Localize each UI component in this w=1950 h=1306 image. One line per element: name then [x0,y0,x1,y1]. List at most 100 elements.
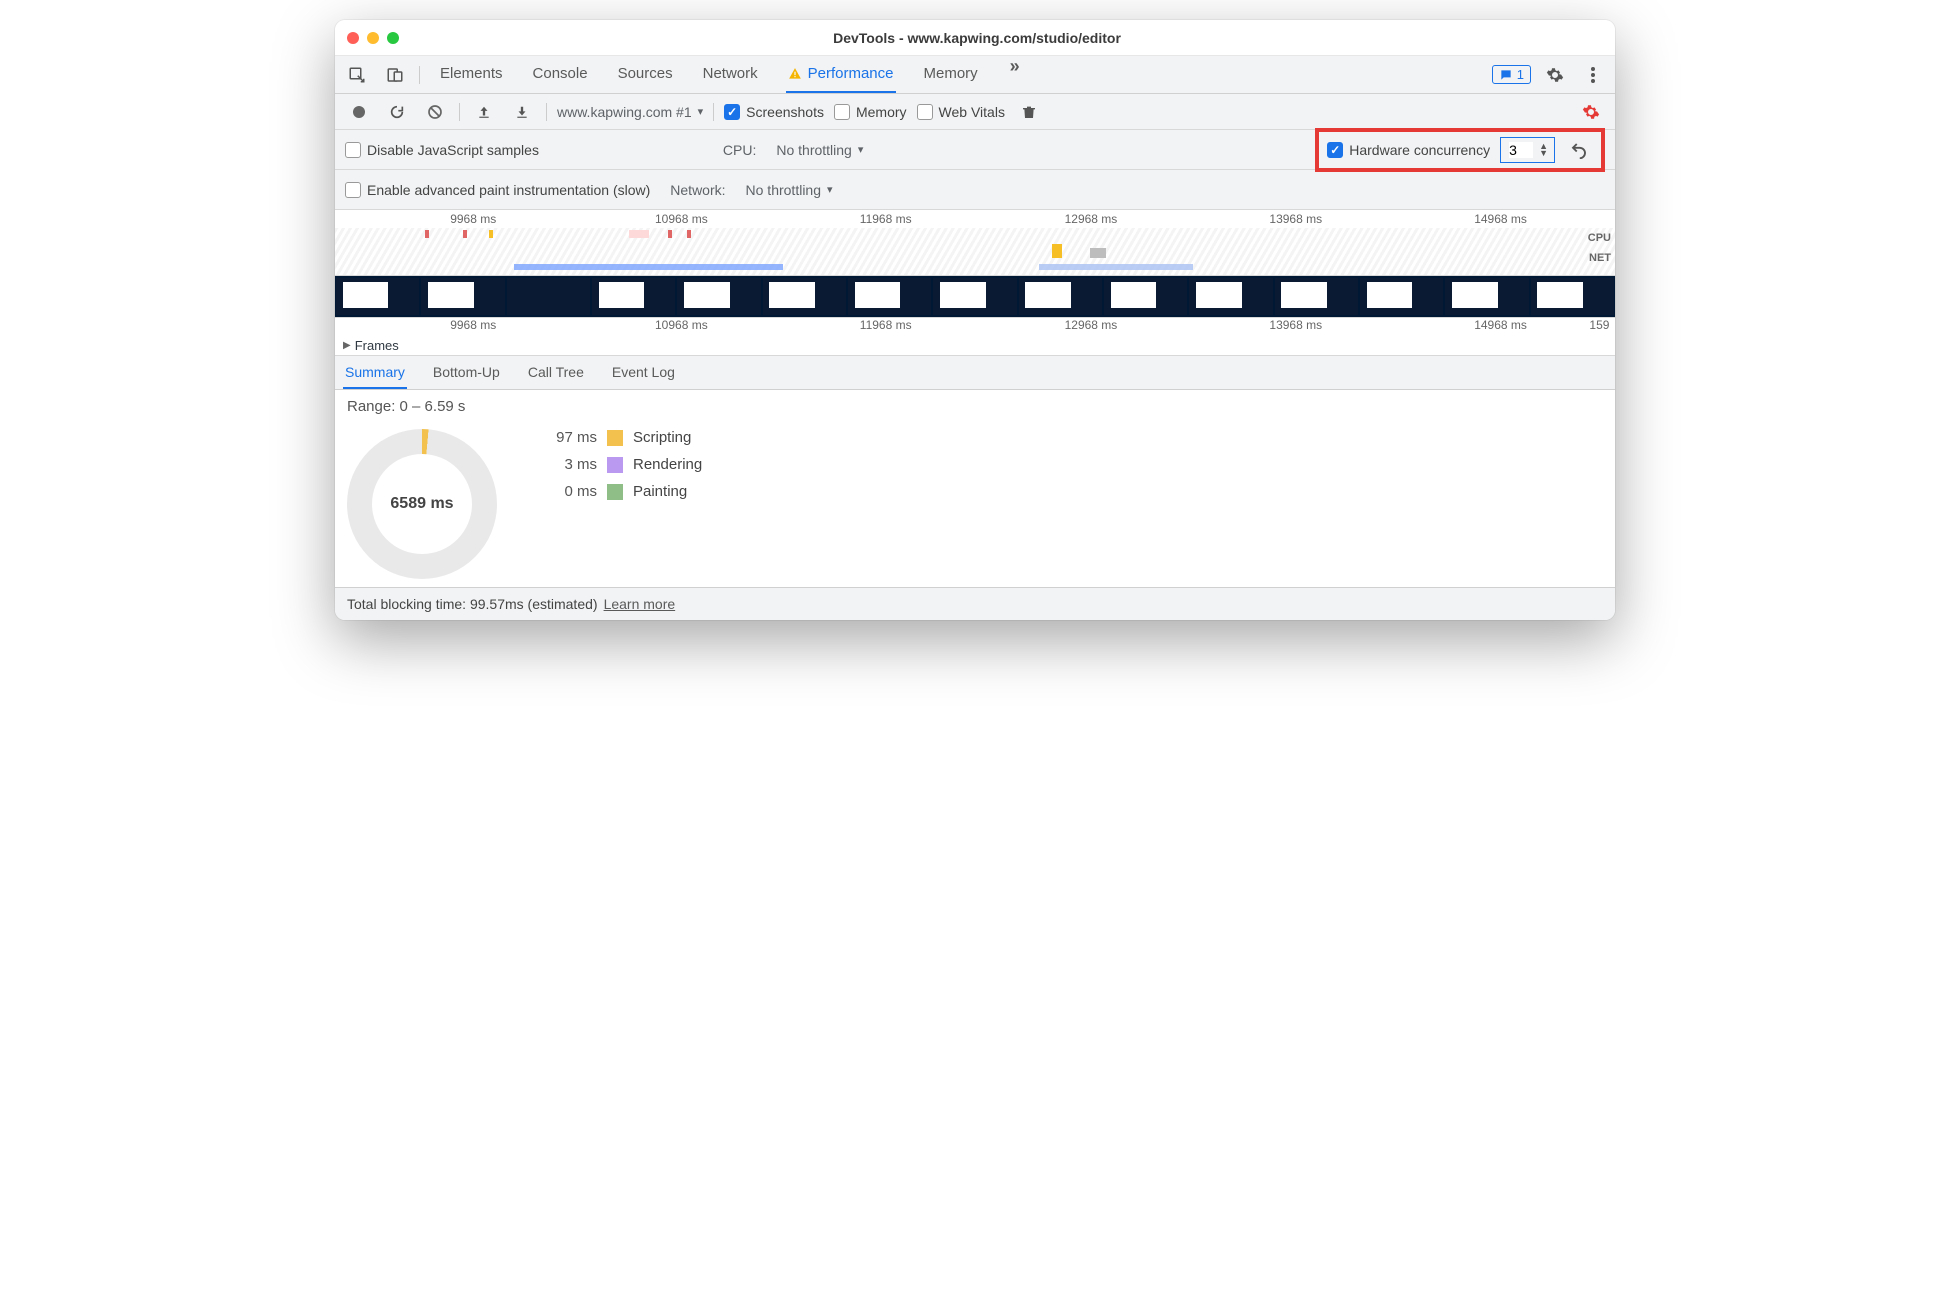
screenshot-thumb[interactable] [507,278,590,315]
screenshots-filmstrip[interactable] [335,276,1615,318]
screenshots-checkbox[interactable]: Screenshots [724,104,824,120]
net-track-label: NET [1589,252,1611,264]
maximize-window-button[interactable] [387,32,399,44]
stepper-icon[interactable]: ▲▼ [1539,143,1548,157]
devtools-window: DevTools - www.kapwing.com/studio/editor… [335,20,1615,620]
issues-counter[interactable]: 1 [1492,65,1531,84]
tab-network[interactable]: Network [701,56,760,93]
hardware-concurrency-value[interactable] [1509,142,1533,158]
tick-label: 12968 ms [1065,212,1118,226]
subtab-event-log[interactable]: Event Log [610,356,677,389]
minimize-window-button[interactable] [367,32,379,44]
summary-panel: Range: 0 – 6.59 s 6589 ms 97 ms Scriptin… [335,390,1615,587]
screenshot-thumb[interactable] [421,278,504,315]
tab-performance[interactable]: Performance [786,56,896,93]
screenshot-thumb[interactable] [677,278,760,315]
screenshot-thumb[interactable] [1019,278,1102,315]
legend-row-painting: 0 ms Painting [537,483,702,500]
summary-footer: Total blocking time: 99.57ms (estimated)… [335,587,1615,620]
overview-activity [1039,264,1193,270]
tick-label: 12968 ms [1065,318,1118,332]
reload-record-button[interactable] [383,98,411,126]
device-toolbar-icon[interactable] [381,61,409,89]
screenshot-thumb[interactable] [1189,278,1272,315]
summary-total-time: 6589 ms [390,495,453,513]
tick-label: 9968 ms [450,318,496,332]
upload-profile-button[interactable] [470,98,498,126]
tab-elements[interactable]: Elements [438,56,505,93]
chevron-right-icon: ▶ [343,340,351,351]
trash-icon[interactable] [1015,98,1043,126]
capture-settings-gear-icon[interactable] [1577,98,1605,126]
undo-icon[interactable] [1565,136,1593,164]
screenshot-thumb[interactable] [336,278,419,315]
warning-icon [788,67,802,81]
kebab-menu-icon[interactable] [1579,61,1607,89]
performance-toolbar: www.kapwing.com #1 Screenshots Memory We… [335,94,1615,130]
cpu-throttle-dropdown[interactable]: No throttling [776,142,863,158]
tick-label: 159 [1589,318,1609,332]
tick-label: 10968 ms [655,318,708,332]
screenshot-thumb[interactable] [763,278,846,315]
subtab-bottom-up[interactable]: Bottom-Up [431,356,502,389]
cpu-track-label: CPU [1588,232,1611,244]
overview-markers [335,230,1615,240]
enable-paint-instrumentation-checkbox[interactable]: Enable advanced paint instrumentation (s… [345,182,650,198]
swatch-scripting [607,430,623,446]
network-throttle-dropdown[interactable]: No throttling [746,182,833,198]
tick-label: 14968 ms [1474,212,1527,226]
summary-donut-chart: 6589 ms [347,429,497,579]
download-profile-button[interactable] [508,98,536,126]
window-titlebar: DevTools - www.kapwing.com/studio/editor [335,20,1615,56]
issues-count: 1 [1517,67,1524,82]
overview-time-ruler: 9968 ms 10968 ms 11968 ms 12968 ms 13968… [335,210,1615,228]
capture-options-row-2: Enable advanced paint instrumentation (s… [335,170,1615,210]
screenshot-thumb[interactable] [933,278,1016,315]
recording-target-dropdown[interactable]: www.kapwing.com #1 [557,104,703,120]
devtools-tabbar: Elements Console Sources Network Perform… [335,56,1615,94]
tick-label: 11968 ms [860,212,912,226]
subtab-call-tree[interactable]: Call Tree [526,356,586,389]
screenshot-thumb[interactable] [592,278,675,315]
subtab-summary[interactable]: Summary [343,356,407,389]
learn-more-link[interactable]: Learn more [604,596,676,612]
more-tabs-button[interactable]: » [1006,56,1024,93]
disable-js-samples-checkbox[interactable]: Disable JavaScript samples [345,142,539,158]
details-subtabs: Summary Bottom-Up Call Tree Event Log [335,356,1615,390]
legend-row-rendering: 3 ms Rendering [537,456,702,473]
gear-icon[interactable] [1541,61,1569,89]
inspect-element-icon[interactable] [343,61,371,89]
screenshot-thumb[interactable] [1104,278,1187,315]
overview-selection[interactable] [514,264,783,270]
screenshot-thumb[interactable] [1531,278,1614,315]
tab-performance-label: Performance [808,65,894,82]
message-icon [1499,68,1513,82]
frames-track-header[interactable]: ▶Frames [335,336,1615,356]
tab-sources[interactable]: Sources [616,56,675,93]
record-button[interactable] [345,98,373,126]
memory-checkbox[interactable]: Memory [834,104,907,120]
close-window-button[interactable] [347,32,359,44]
screenshot-thumb[interactable] [1275,278,1358,315]
cpu-throttle-label: CPU: [723,142,756,158]
swatch-rendering [607,457,623,473]
tab-memory[interactable]: Memory [922,56,980,93]
hardware-concurrency-checkbox[interactable]: Hardware concurrency [1327,142,1490,158]
total-blocking-time: Total blocking time: 99.57ms (estimated) [347,596,598,612]
hardware-concurrency-highlight: Hardware concurrency ▲▼ [1315,128,1605,172]
clear-button[interactable] [421,98,449,126]
screenshot-thumb[interactable] [848,278,931,315]
summary-legend: 97 ms Scripting 3 ms Rendering 0 ms Pain… [537,429,702,500]
window-title: DevTools - www.kapwing.com/studio/editor [399,30,1555,46]
webvitals-checkbox[interactable]: Web Vitals [917,104,1005,120]
network-throttle-label: Network: [670,182,725,198]
summary-range: Range: 0 – 6.59 s [347,398,1603,415]
screenshot-thumb[interactable] [1445,278,1528,315]
devtools-tabs: Elements Console Sources Network Perform… [438,56,1482,93]
tick-label: 14968 ms [1474,318,1527,332]
tab-console[interactable]: Console [531,56,590,93]
hardware-concurrency-input[interactable]: ▲▼ [1500,137,1555,163]
screenshot-thumb[interactable] [1360,278,1443,315]
tick-label: 11968 ms [860,318,912,332]
overview-strip[interactable]: CPU NET [335,228,1615,276]
